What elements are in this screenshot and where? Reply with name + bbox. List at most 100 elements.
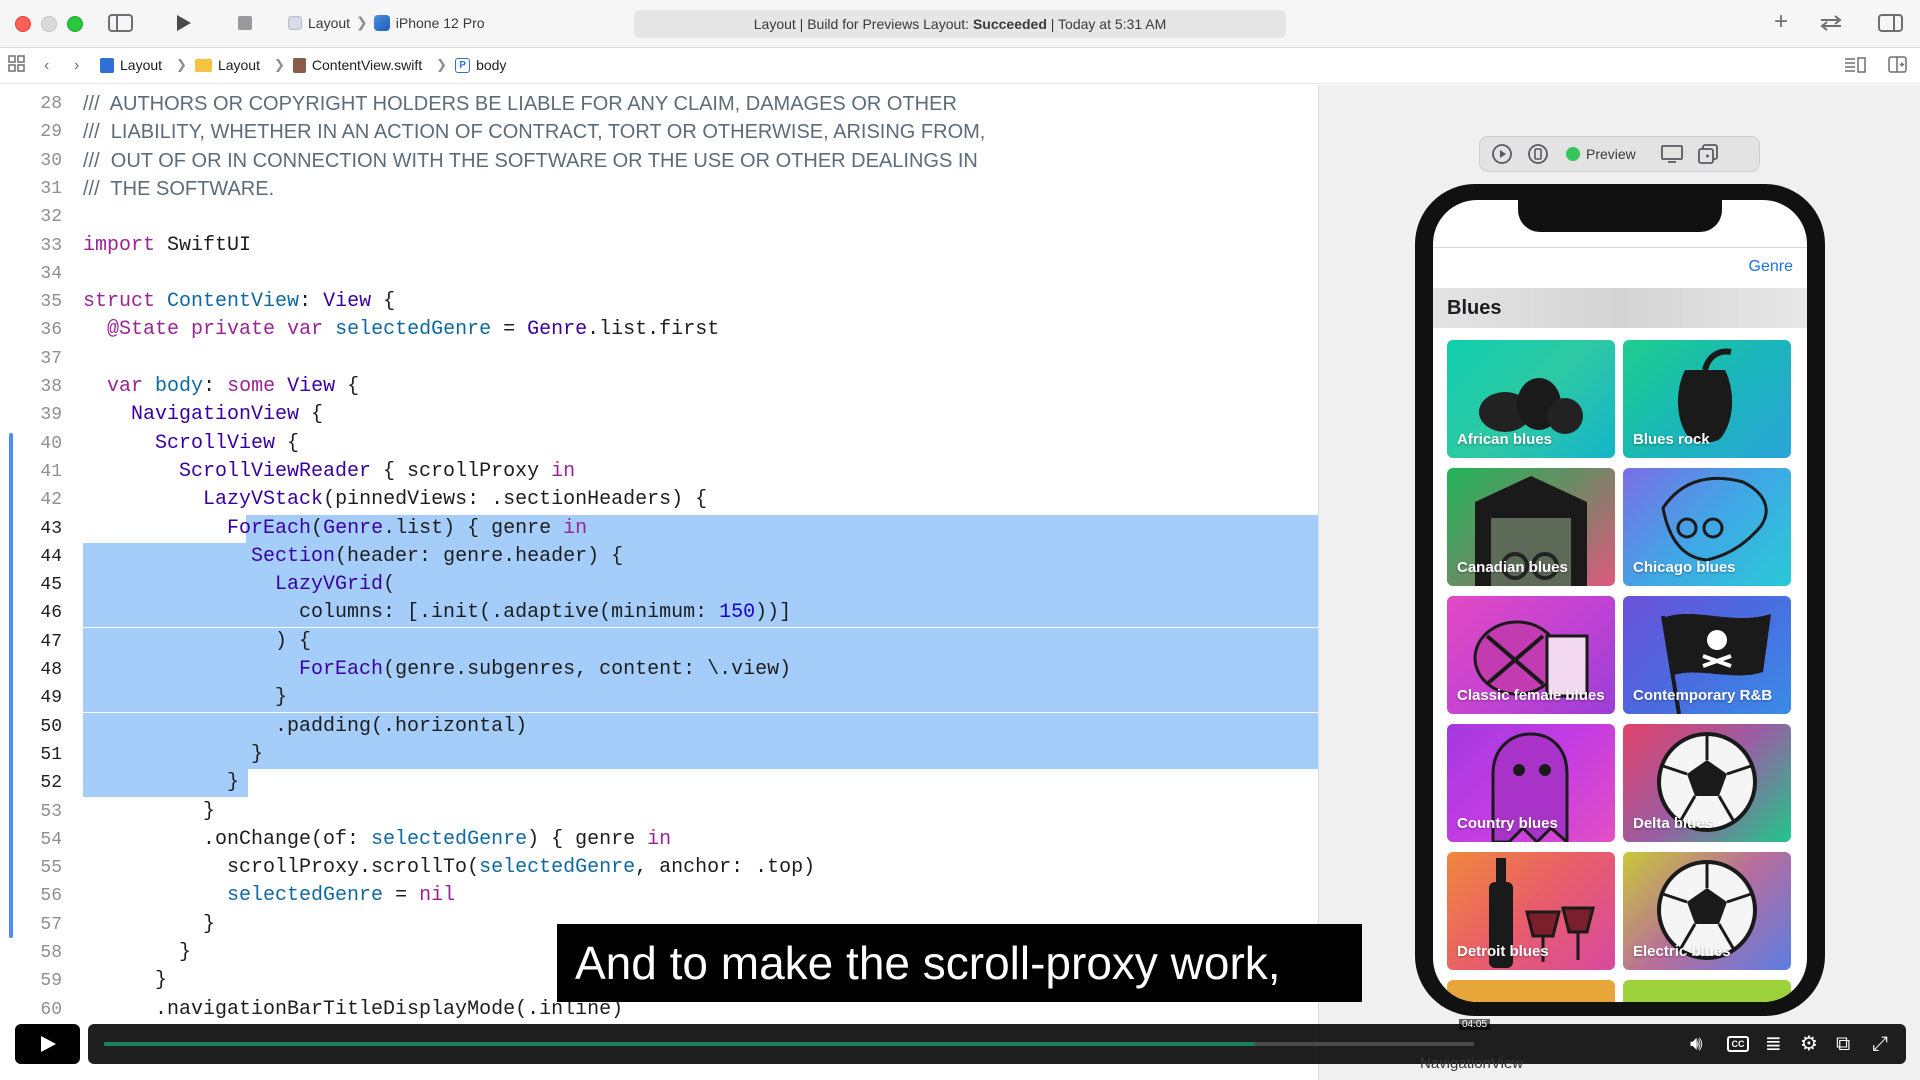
genre-tile-partial[interactable] [1623,980,1791,1002]
code-review-icon[interactable] [1818,13,1844,37]
code-line[interactable]: 36 @State private var selectedGenre = Ge… [0,316,1318,344]
inspector-toggle-icon[interactable] [1878,13,1904,37]
section-header: Blues [1433,288,1807,328]
code-line[interactable]: 41 ScrollViewReader { scrollProxy in [0,458,1318,486]
breadcrumb-symbol[interactable]: P body [455,57,506,73]
code-line[interactable]: 53 } [0,798,1318,826]
code-line[interactable]: 28 /// AUTHORS OR COPYRIGHT HOLDERS BE LI… [0,90,1318,118]
editor-options-icon[interactable] [1843,56,1867,78]
jump-bar: ‹ › Layout ❯ Layout ❯ ContentView.swift … [0,48,1920,84]
related-items-icon[interactable] [8,55,26,77]
zoom-window-button[interactable] [67,16,83,32]
close-window-button[interactable] [15,16,31,32]
code-line[interactable]: 33 import SwiftUI [0,232,1318,260]
preview-mode-button[interactable]: Preview [1566,146,1636,162]
genre-toolbar-button[interactable]: Genre [1749,258,1793,276]
genre-tile[interactable]: Contemporary R&B [1623,596,1791,714]
breadcrumb-file[interactable]: ContentView.swift ❯ [292,57,455,73]
line-number: 49 [40,688,62,709]
code-text: } [83,686,288,710]
subtitle-text: And to make the scroll-proxy work, [575,937,1281,989]
stop-icon[interactable] [237,15,253,35]
code-text: struct ContentView: View { [83,290,396,314]
code-line[interactable]: 49 } [0,684,1318,712]
nav-bar-divider [1433,247,1807,248]
breadcrumb-label: body [476,57,507,73]
code-line[interactable]: 35 struct ContentView: View { [0,288,1318,316]
code-line[interactable]: 46 columns: [.init(.adaptive(minimum: 15… [0,599,1318,627]
scheme-name: Layout [308,14,351,31]
play-button[interactable] [15,1024,80,1064]
forward-icon[interactable]: › [74,56,79,76]
run-icon[interactable] [175,13,193,37]
code-line[interactable]: 51 } [0,741,1318,769]
code-line[interactable]: 44 Section(header: genre.header) { [0,543,1318,571]
property-icon: P [455,57,471,73]
scheme-selector[interactable]: Layout ❯ iPhone 12 Pro [288,14,485,31]
code-line[interactable]: 43 ForEach(Genre.list) { genre in [0,515,1318,543]
line-number: 59 [40,971,62,992]
current-time: 04:05 [1459,1019,1491,1030]
code-line[interactable]: 37 [0,345,1318,373]
variants-icon[interactable] [1524,140,1552,168]
code-line[interactable]: 50 .padding(.horizontal) [0,713,1318,741]
line-number: 56 [40,886,62,907]
line-number: 38 [40,377,62,397]
minimize-window-button[interactable] [41,16,57,32]
chevron-right-icon: ❯ [436,57,448,72]
code-text: LazyVGrid( [275,573,396,597]
genre-tile[interactable]: Detroit blues [1447,852,1615,970]
code-line[interactable]: 32 [0,203,1318,231]
code-line[interactable]: 38 var body: some View { [0,373,1318,401]
code-line[interactable]: 55 scrollProxy.scrollTo(selectedGenre, a… [0,854,1318,882]
navigator-toggle-icon[interactable] [108,13,134,37]
back-icon[interactable]: ‹ [44,56,49,76]
code-line[interactable]: 39 NavigationView { [0,401,1318,429]
genre-tile[interactable]: Blues rock [1623,340,1791,458]
code-text: } [83,742,264,766]
line-number: 40 [40,433,62,454]
duplicate-preview-icon[interactable] [1694,140,1722,168]
line-number: 28 [40,94,62,114]
genre-tile[interactable]: Electric blues [1623,852,1791,970]
code-line[interactable]: 29 /// LIABILITY, WHETHER IN AN ACTION OF… [0,118,1318,146]
code-line[interactable]: 30 /// OUT OF OR IN CONNECTION WITH THE S… [0,147,1318,175]
genre-tile-partial[interactable] [1447,980,1615,1002]
split-editor-icon[interactable] [1888,56,1908,78]
genre-tile[interactable]: African blues [1447,340,1615,458]
code-line[interactable]: 31 /// THE SOFTWARE. [0,175,1318,203]
swift-file-icon [292,57,306,73]
genre-tile-label: Electric blues [1633,943,1731,960]
code-text: /// OUT OF OR IN CONNECTION WITH THE SOF… [83,149,978,172]
breadcrumb-project[interactable]: Layout ❯ [100,57,195,73]
genre-tile[interactable]: Delta blues [1623,724,1791,842]
code-line[interactable]: 45 LazyVGrid( [0,571,1318,599]
breadcrumb-folder[interactable]: Layout ❯ [194,57,293,73]
device-settings-icon[interactable] [1658,140,1686,168]
code-line[interactable]: 42 LazyVStack(pinnedViews: .sectionHeade… [0,486,1318,514]
genre-tile[interactable]: Country blues [1447,724,1615,842]
device-name: iPhone 12 Pro [395,14,485,31]
breadcrumb-label: Layout [217,57,260,73]
line-number: 36 [40,320,62,341]
code-line[interactable]: 48 ForEach(genre.subgenres, content: \.v… [0,656,1318,684]
code-line[interactable]: 34 [0,260,1318,288]
code-text: ForEach(Genre.list) { genre in [227,516,588,540]
add-icon[interactable]: + [1774,10,1788,34]
genre-tile[interactable]: Canadian blues [1447,468,1615,586]
code-line[interactable]: 54 .onChange(of: selectedGenre) { genre … [0,826,1318,854]
code-line[interactable]: 56 selectedGenre = nil [0,882,1318,910]
seek-bar[interactable] [104,1042,1474,1046]
live-preview-icon[interactable] [1488,140,1516,168]
genre-tile-label: African blues [1457,431,1553,448]
closed-captions-icon[interactable]: CC [1727,1036,1749,1052]
code-line[interactable]: 47 ) { [0,628,1318,656]
code-line[interactable]: 40 ScrollView { [0,430,1318,458]
genre-tile-label: Contemporary R&B [1633,687,1773,704]
genre-tile[interactable]: Classic female blues [1447,596,1615,714]
genre-tile[interactable]: Chicago blues [1623,468,1791,586]
code-text: /// THE SOFTWARE. [83,177,275,200]
code-text: } [83,912,216,936]
breadcrumb-label: Layout [120,57,163,73]
code-line[interactable]: 52 } [0,769,1318,797]
